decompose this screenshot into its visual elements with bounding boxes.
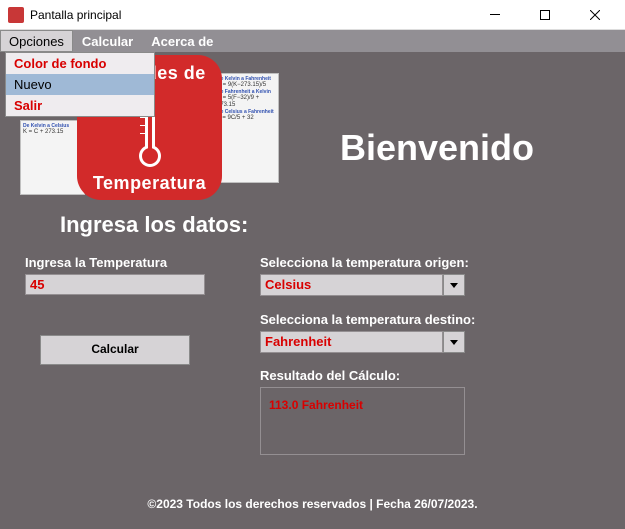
main-window: Pantalla principal Opciones Calcular Ace… — [0, 0, 625, 529]
formula-thumb-left: De Kelvin a Celsius K = C + 273.15 — [20, 120, 85, 195]
temp-input-label: Ingresa la Temperatura — [25, 255, 167, 270]
dropdown-salir[interactable]: Salir — [6, 95, 154, 116]
formula-thumb-right: De Kelvin a Fahrenheit K = 9(K−273.15)/5… — [214, 73, 279, 183]
welcome-heading: Bienvenido — [340, 127, 534, 169]
opciones-dropdown: Color de fondo Nuevo Salir — [5, 52, 155, 117]
footer-text: ©2023 Todos los derechos reservados | Fe… — [0, 497, 625, 511]
subtitle: Ingresa los datos: — [60, 212, 248, 238]
resultado-label: Resultado del Cálculo: — [260, 368, 400, 383]
destino-value: Fahrenheit — [260, 331, 443, 353]
destino-combo[interactable]: Fahrenheit — [260, 331, 465, 353]
origen-value: Celsius — [260, 274, 443, 296]
temp-input[interactable] — [25, 274, 205, 295]
content-area: De Kelvin a Celsius K = C + 273.15 Unida… — [0, 52, 625, 529]
app-icon-small — [8, 7, 24, 23]
calcular-button[interactable]: Calcular — [40, 335, 190, 365]
menu-calcular[interactable]: Calcular — [73, 30, 142, 52]
maximize-button[interactable] — [523, 0, 567, 30]
close-button[interactable] — [573, 0, 617, 30]
origen-label: Selecciona la temperatura origen: — [260, 255, 469, 270]
app-logo-line2: Temperatura — [93, 173, 206, 194]
menu-acerca-de[interactable]: Acerca de — [142, 30, 222, 52]
destino-label: Selecciona la temperatura destino: — [260, 312, 475, 327]
window-title: Pantalla principal — [30, 8, 467, 22]
resultado-output: 113.0 Fahrenheit — [260, 387, 465, 455]
origen-dropdown-button[interactable] — [443, 274, 465, 296]
titlebar: Pantalla principal — [0, 0, 625, 30]
minimize-button[interactable] — [473, 0, 517, 30]
menu-opciones[interactable]: Opciones — [0, 30, 73, 52]
dropdown-nuevo[interactable]: Nuevo — [6, 74, 154, 95]
menubar: Opciones Calcular Acerca de — [0, 30, 625, 52]
dropdown-color-fondo[interactable]: Color de fondo — [6, 53, 154, 74]
destino-dropdown-button[interactable] — [443, 331, 465, 353]
origen-combo[interactable]: Celsius — [260, 274, 465, 296]
